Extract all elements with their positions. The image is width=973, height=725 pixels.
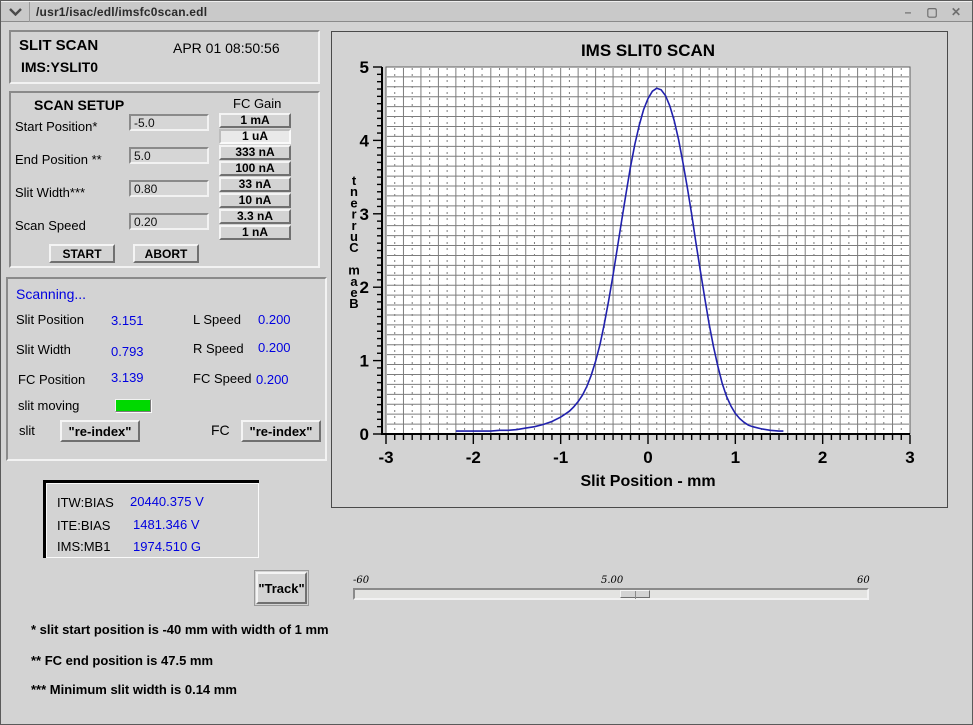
fc-reindex-button[interactable]: "re-index"	[241, 420, 321, 442]
scan-state-text: Scanning...	[16, 286, 86, 302]
slider-max-label: 60	[857, 575, 870, 586]
slit-width-label: Slit Width***	[15, 185, 85, 200]
fc-label: FC	[211, 422, 230, 438]
gain-button-1ua[interactable]: 1 uA	[219, 129, 291, 144]
slit-moving-indicator	[115, 399, 151, 412]
gain-button-333na[interactable]: 333 nA	[219, 145, 291, 160]
fc-position-label: FC Position	[18, 372, 85, 387]
bias-panel: ITW:BIAS 20440.375 V ITE:BIAS 1481.346 V…	[43, 480, 259, 558]
footnote-3: *** Minimum slit width is 0.14 mm	[31, 682, 237, 697]
x-tick-label: -3	[378, 448, 393, 467]
start-position-label: Start Position*	[15, 119, 97, 134]
end-position-label: End Position **	[15, 152, 102, 167]
maximize-icon[interactable]: ▢	[924, 5, 940, 19]
chevron-down-icon	[9, 8, 22, 16]
fc-speed-value: 0.200	[256, 372, 289, 387]
ims-mb1-value: 1974.510 G	[133, 539, 201, 554]
slider-min-label: -60	[353, 575, 369, 586]
ite-bias-label: ITE:BIAS	[57, 518, 110, 533]
y-tick-label: 0	[360, 425, 369, 444]
fc-speed-label: FC Speed	[193, 371, 252, 386]
header-panel: SLIT SCAN IMS:YSLIT0 APR 01 08:50:56	[9, 30, 320, 84]
scan-setup-title: SCAN SETUP	[34, 97, 124, 113]
chart-title: IMS SLIT0 SCAN	[581, 41, 715, 60]
chart-panel: 0 1 2 3 4 5 -3 -2 -1 0 1 2 3 IMS SLIT0 SCAN Slit Posit…	[331, 31, 948, 508]
gain-button-10na[interactable]: 10 nA	[219, 193, 291, 208]
device-name: IMS:YSLIT0	[21, 59, 98, 75]
y-axis-label-char: B	[349, 296, 358, 311]
footnote-1: * slit start position is -40 mm with wid…	[31, 622, 329, 637]
gain-button-1ma[interactable]: 1 mA	[219, 113, 291, 128]
y-tick-label: 1	[360, 352, 369, 371]
slit-moving-label: slit moving	[18, 398, 79, 413]
y-tick-label: 3	[360, 205, 369, 224]
fc-position-value: 3.139	[111, 370, 144, 385]
itw-bias-value: 20440.375 V	[130, 494, 204, 509]
r-speed-label: R Speed	[193, 341, 244, 356]
gain-button-100na[interactable]: 100 nA	[219, 161, 291, 176]
gain-button-3.3na[interactable]: 3.3 nA	[219, 209, 291, 224]
x-tick-label: 2	[818, 448, 827, 467]
ite-bias-value: 1481.346 V	[133, 517, 200, 532]
ims-mb1-label: IMS:MB1	[57, 539, 110, 554]
abort-button[interactable]: ABORT	[133, 244, 199, 263]
slider-thumb[interactable]	[620, 590, 650, 598]
title-bar: /usr1/isac/edl/imsfc0scan.edl – ▢ ✕	[1, 1, 972, 22]
close-icon[interactable]: ✕	[948, 5, 964, 19]
slit-position-label: Slit Position	[16, 312, 84, 327]
start-position-input[interactable]	[129, 114, 209, 131]
y-tick-label: 2	[360, 278, 369, 297]
slit-width-ro-label: Slit Width	[16, 342, 71, 357]
scan-plot: 0 1 2 3 4 5 -3 -2 -1 0 1 2 3 IMS SLIT0 SCAN Slit Posit…	[332, 32, 947, 507]
scan-setup-panel: SCAN SETUP FC Gain Start Position* End P…	[9, 91, 320, 268]
y-tick-label: 5	[360, 58, 369, 77]
scan-speed-label: Scan Speed	[15, 218, 86, 233]
start-button[interactable]: START	[49, 244, 115, 263]
slit-reindex-button[interactable]: "re-index"	[60, 420, 140, 442]
l-speed-label: L Speed	[193, 312, 241, 327]
l-speed-value: 0.200	[258, 312, 291, 327]
x-axis-label: Slit Position - mm	[580, 473, 715, 490]
slit-position-value: 3.151	[111, 313, 144, 328]
edm-window: { "window": { "title": "/usr1/isac/edl/i…	[0, 0, 973, 725]
r-speed-value: 0.200	[258, 340, 291, 355]
position-slider[interactable]	[353, 588, 869, 600]
window-menu-button[interactable]	[1, 2, 30, 22]
fc-gain-label: FC Gain	[233, 96, 281, 111]
minimize-icon[interactable]: –	[900, 5, 916, 19]
end-position-input[interactable]	[129, 147, 209, 164]
x-tick-label: -1	[553, 448, 568, 467]
slider-value-label: 5.00	[601, 575, 623, 586]
timestamp: APR 01 08:50:56	[173, 40, 280, 56]
scan-status-panel: Scanning... Slit Position 3.151 L Speed …	[6, 277, 327, 461]
slit-width-input[interactable]	[129, 180, 209, 197]
gain-button-1na[interactable]: 1 nA	[219, 225, 291, 240]
track-button[interactable]: "Track"	[256, 572, 307, 604]
footnote-2: ** FC end position is 47.5 mm	[31, 653, 213, 668]
window-title: /usr1/isac/edl/imsfc0scan.edl	[30, 5, 900, 19]
gain-button-33na[interactable]: 33 nA	[219, 177, 291, 192]
itw-bias-label: ITW:BIAS	[57, 495, 114, 510]
x-tick-label: 1	[731, 448, 740, 467]
x-tick-label: 3	[905, 448, 914, 467]
scan-speed-input[interactable]	[129, 213, 209, 230]
x-tick-label: -2	[466, 448, 481, 467]
y-axis-label-char: C	[349, 240, 359, 255]
slit-label: slit	[19, 423, 35, 438]
page-title: SLIT SCAN	[19, 37, 98, 54]
slit-width-ro-value: 0.793	[111, 344, 144, 359]
y-tick-label: 4	[360, 131, 370, 150]
x-tick-label: 0	[643, 448, 652, 467]
